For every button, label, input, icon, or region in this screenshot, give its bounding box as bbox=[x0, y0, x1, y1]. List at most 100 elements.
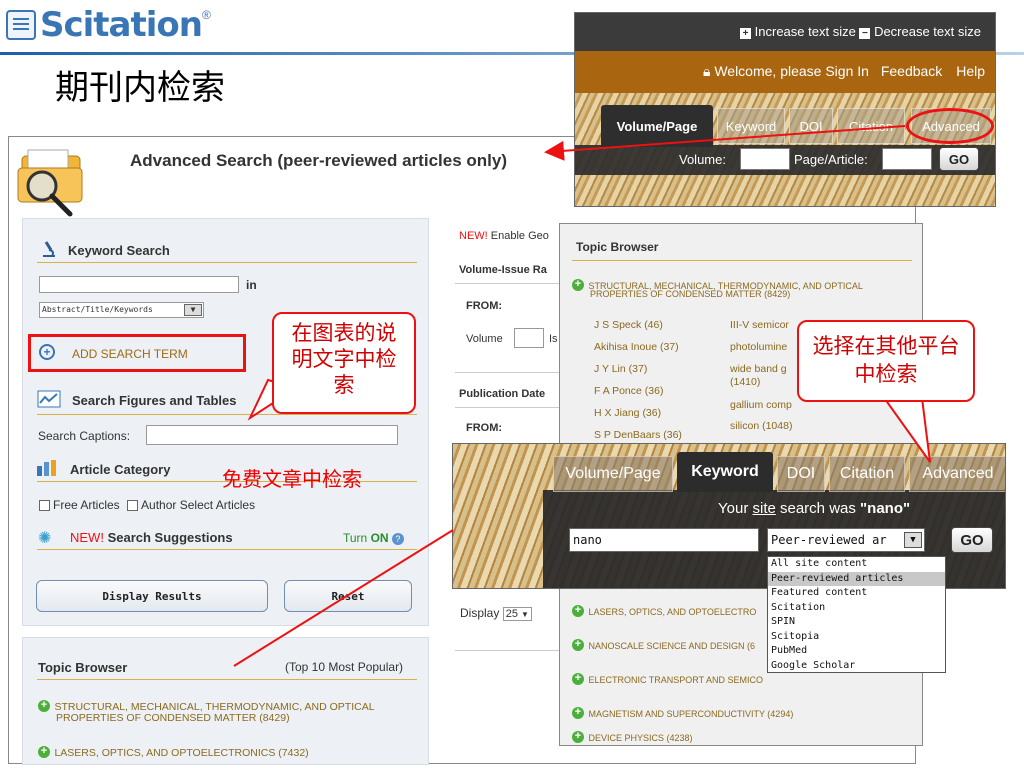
page-article-input[interactable] bbox=[882, 148, 932, 170]
display-count: Display 25 ▼ bbox=[460, 606, 532, 621]
expand-plus-icon[interactable]: + bbox=[38, 745, 50, 758]
account-bar: 🔒︎ Welcome, please Sign In Feedback Help bbox=[575, 51, 995, 93]
suggestions-toggle[interactable]: Turn ON ? bbox=[343, 531, 404, 545]
dropdown-option[interactable]: Scitation bbox=[768, 601, 945, 616]
go-button[interactable]: GO bbox=[939, 147, 979, 171]
tab-advanced[interactable]: Advanced bbox=[909, 456, 1005, 492]
suggestions-heading: NEW! Search Suggestions bbox=[70, 530, 233, 545]
expand-plus-icon[interactable]: + bbox=[572, 730, 584, 743]
topic-browser-heading: Topic Browser bbox=[576, 240, 659, 254]
keyword-search-heading: Keyword Search bbox=[68, 243, 170, 258]
tab-keyword[interactable]: Keyword bbox=[677, 452, 773, 492]
feedback-link[interactable]: Feedback bbox=[881, 63, 942, 79]
captions-label: Search Captions: bbox=[38, 429, 131, 443]
expand-plus-icon[interactable]: + bbox=[572, 278, 584, 291]
expand-plus-icon[interactable]: + bbox=[572, 706, 584, 719]
author-link[interactable]: Akihisa Inoue (37) bbox=[594, 341, 679, 353]
dropdown-option[interactable]: Google Scholar bbox=[768, 659, 945, 674]
search-was-text: Your site search was "nano" bbox=[718, 500, 911, 517]
tab-volume-page[interactable]: Volume/Page bbox=[601, 105, 713, 147]
sign-in-link[interactable]: Welcome, please Sign In bbox=[714, 63, 869, 79]
tab-citation[interactable]: Citation bbox=[837, 108, 905, 144]
author-link[interactable]: H X Jiang (36) bbox=[594, 407, 661, 419]
expand-plus-icon[interactable]: + bbox=[572, 604, 584, 617]
tab-keyword[interactable]: Keyword bbox=[717, 108, 785, 144]
site-link[interactable]: site bbox=[752, 500, 775, 517]
subject-link-continued: (1410) bbox=[730, 376, 761, 388]
subject-link[interactable]: gallium comp bbox=[730, 399, 792, 411]
increase-text-link[interactable]: Increase text size bbox=[755, 24, 856, 39]
field-select[interactable]: Abstract/Title/Keywords ▼ bbox=[39, 302, 204, 318]
from-label: FROM: bbox=[466, 422, 503, 434]
figures-heading: Search Figures and Tables bbox=[72, 393, 237, 408]
dropdown-option[interactable]: Featured content bbox=[768, 586, 945, 601]
topic-item[interactable]: + DEVICE PHYSICS (4238) bbox=[572, 728, 693, 745]
topic-item[interactable]: + MAGNETISM AND SUPERCONDUCTIVITY (4294) bbox=[572, 704, 793, 722]
most-popular-label: (Top 10 Most Popular) bbox=[285, 660, 404, 674]
topic-item[interactable]: + LASERS, OPTICS, AND OPTOELECTRONICS (7… bbox=[38, 743, 309, 761]
search-scope-dropdown[interactable]: All site content Peer-reviewed articles … bbox=[767, 556, 946, 673]
decrease-text-link[interactable]: Decrease text size bbox=[874, 24, 981, 39]
topic-item-continued: PROPERTIES OF CONDENSED MATTER (8429) bbox=[56, 712, 290, 724]
dropdown-option[interactable]: All site content bbox=[768, 557, 945, 572]
divider bbox=[455, 283, 561, 284]
dropdown-option[interactable]: PubMed bbox=[768, 644, 945, 659]
tab-doi[interactable]: DOI bbox=[777, 456, 825, 492]
issue-label: Is bbox=[549, 333, 558, 345]
topic-item[interactable]: + ELECTRONIC TRANSPORT AND SEMICO bbox=[572, 670, 763, 688]
plus-box-icon: + bbox=[740, 28, 752, 39]
divider bbox=[455, 372, 561, 373]
search-scope-select[interactable]: Peer-reviewed ar ▼ bbox=[767, 528, 925, 552]
display-results-button[interactable]: Display Results bbox=[36, 580, 268, 612]
add-search-term-link[interactable]: ADD SEARCH TERM bbox=[72, 347, 188, 361]
volume-label: Volume bbox=[466, 333, 503, 345]
display-count-select[interactable]: 25 ▼ bbox=[502, 607, 532, 621]
help-icon[interactable]: ? bbox=[391, 533, 404, 545]
dropdown-option[interactable]: Scitopia bbox=[768, 630, 945, 645]
topic-browser-heading: Topic Browser bbox=[38, 660, 128, 675]
category-options: Free Articles Author Select Articles bbox=[39, 498, 255, 512]
divider bbox=[37, 414, 417, 415]
topic-item[interactable]: + LASERS, OPTICS, AND OPTOELECTRO bbox=[572, 602, 756, 620]
divider bbox=[37, 262, 417, 263]
minus-box-icon: − bbox=[859, 28, 871, 39]
free-articles-annotation: 免费文章中检索 bbox=[222, 467, 362, 491]
keyword-input[interactable] bbox=[39, 276, 239, 293]
lock-icon: 🔒︎ bbox=[702, 63, 711, 79]
subject-link[interactable]: photolumine bbox=[730, 341, 787, 353]
tab-citation[interactable]: Citation bbox=[829, 456, 905, 492]
volume-label: Volume: bbox=[679, 152, 726, 167]
topic-item-continued: PROPERTIES OF CONDENSED MATTER (8429) bbox=[590, 289, 791, 299]
expand-plus-icon[interactable]: + bbox=[572, 638, 584, 651]
keyword-input[interactable]: nano bbox=[569, 528, 759, 552]
help-link[interactable]: Help bbox=[956, 63, 985, 79]
author-link[interactable]: J Y Lin (37) bbox=[594, 363, 647, 375]
divider bbox=[37, 679, 417, 680]
volume-from-input[interactable] bbox=[514, 328, 544, 348]
tab-volume-page[interactable]: Volume/Page bbox=[553, 456, 673, 492]
free-articles-checkbox[interactable] bbox=[39, 500, 50, 512]
author-link[interactable]: J S Speck (46) bbox=[594, 319, 663, 331]
page-article-label: Page/Article: bbox=[794, 152, 868, 167]
go-button[interactable]: GO bbox=[951, 527, 993, 553]
subject-link[interactable]: III-V semicor bbox=[730, 319, 789, 331]
divider bbox=[572, 260, 912, 261]
dropdown-option[interactable]: SPIN bbox=[768, 615, 945, 630]
add-circle-icon: + bbox=[39, 344, 55, 360]
author-link[interactable]: F A Ponce (36) bbox=[594, 385, 663, 397]
captions-input[interactable] bbox=[146, 425, 398, 445]
subject-link[interactable]: wide band g bbox=[730, 363, 787, 375]
author-link[interactable]: S P DenBaars (36) bbox=[594, 429, 682, 441]
subject-link[interactable]: silicon (1048) bbox=[730, 420, 792, 432]
dropdown-option-selected[interactable]: Peer-reviewed articles bbox=[768, 571, 945, 586]
tab-doi[interactable]: DOI bbox=[789, 108, 833, 144]
bar-chart-icon bbox=[37, 460, 61, 476]
author-select-checkbox[interactable] bbox=[127, 500, 139, 512]
topic-item[interactable]: + NANOSCALE SCIENCE AND DESIGN (6 bbox=[572, 636, 755, 654]
expand-plus-icon[interactable]: + bbox=[572, 672, 584, 685]
reset-button[interactable]: Reset bbox=[284, 580, 412, 612]
geo-enable-label: NEW! Enable Geo bbox=[459, 230, 549, 242]
chevron-down-icon: ▼ bbox=[184, 304, 202, 316]
expand-plus-icon[interactable]: + bbox=[38, 699, 50, 712]
volume-input[interactable] bbox=[740, 148, 790, 170]
